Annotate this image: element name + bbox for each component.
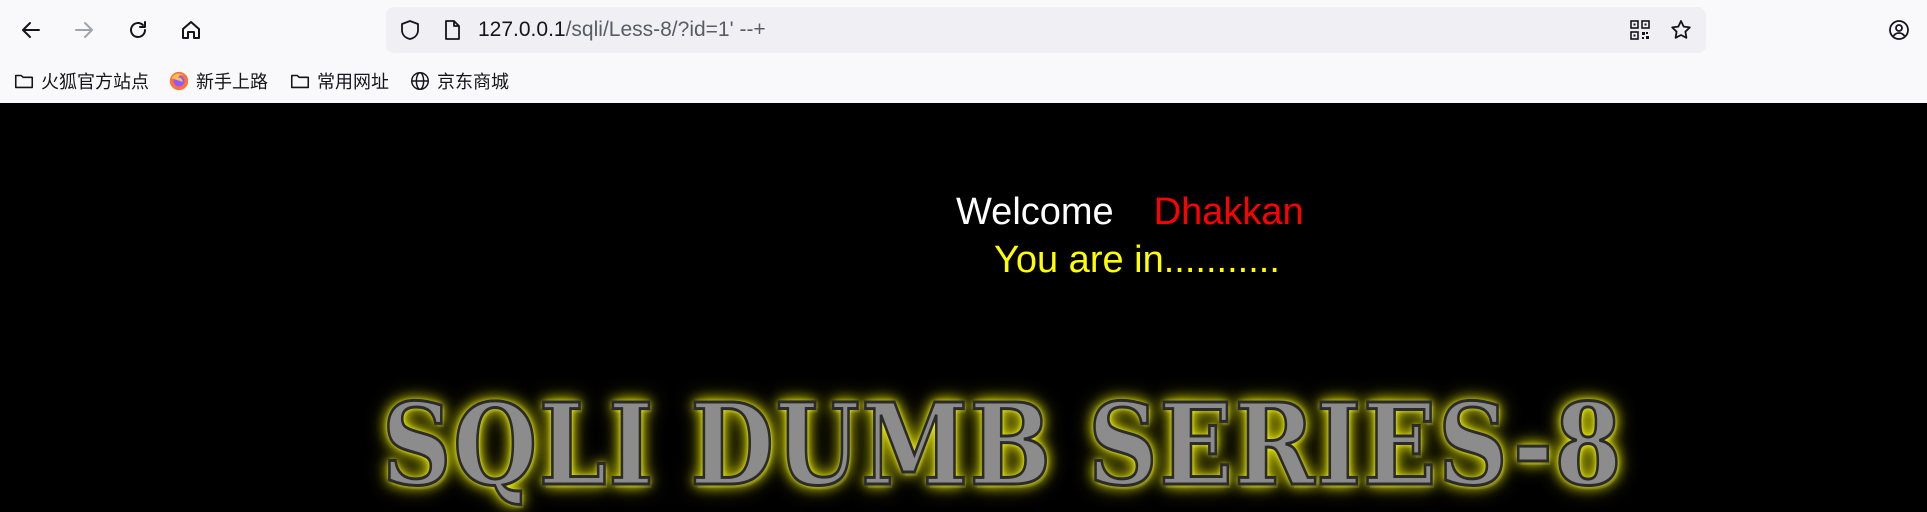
bookmarks-toolbar: 火狐官方站点 新手上路 常用网址 京东商城 <box>0 62 1927 100</box>
bookmark-common-sites[interactable]: 常用网址 <box>289 66 389 96</box>
home-icon <box>182 21 200 39</box>
back-button[interactable] <box>11 10 51 50</box>
globe-icon <box>411 72 429 90</box>
browser-toolbar: 127.0.0.1/sqli/Less-8/?id=1' --+ <box>0 0 1927 60</box>
back-arrow-icon <box>22 22 40 38</box>
reload-button[interactable] <box>118 10 158 50</box>
reload-icon <box>130 21 146 38</box>
page-content: Welcome Dhakkan You are in........... SQL… <box>0 103 1927 512</box>
url-text[interactable]: 127.0.0.1/sqli/Less-8/?id=1' --+ <box>478 7 766 53</box>
shield-icon[interactable] <box>398 18 422 42</box>
bookmark-star-icon[interactable] <box>1669 18 1693 42</box>
welcome-text: Welcome <box>956 191 1114 233</box>
account-button[interactable] <box>1879 10 1919 50</box>
url-host: 127.0.0.1 <box>478 18 566 41</box>
welcome-line: Welcome Dhakkan <box>956 191 1304 234</box>
bookmark-firefox-official[interactable]: 火狐官方站点 <box>13 66 149 96</box>
bookmark-label: 常用网址 <box>317 72 389 92</box>
user-name: Dhakkan <box>1153 191 1304 233</box>
bookmark-label: 新手上路 <box>196 72 268 92</box>
bookmark-getting-started[interactable]: 新手上路 <box>168 66 268 96</box>
account-icon <box>1889 20 1909 40</box>
bookmark-jd-mall[interactable]: 京东商城 <box>409 66 509 96</box>
bookmark-label: 京东商城 <box>437 72 509 92</box>
forward-button[interactable] <box>64 10 104 50</box>
forward-arrow-icon <box>75 22 93 38</box>
browser-chrome: 127.0.0.1/sqli/Less-8/?id=1' --+ 火狐官方站点 … <box>0 0 1927 103</box>
folder-icon <box>290 74 310 89</box>
qr-code-icon[interactable] <box>1628 18 1652 42</box>
url-bar[interactable]: 127.0.0.1/sqli/Less-8/?id=1' --+ <box>386 7 1706 53</box>
login-status: You are in........... <box>994 239 1280 281</box>
folder-icon <box>14 74 34 89</box>
home-button[interactable] <box>171 10 211 50</box>
title-banner: SQLI DUMB SERIES-8 <box>381 379 1624 512</box>
bookmark-label: 火狐官方站点 <box>41 72 149 92</box>
url-path: /sqli/Less-8/?id=1' --+ <box>565 18 766 41</box>
firefox-icon <box>169 71 189 91</box>
page-icon[interactable] <box>440 18 464 42</box>
